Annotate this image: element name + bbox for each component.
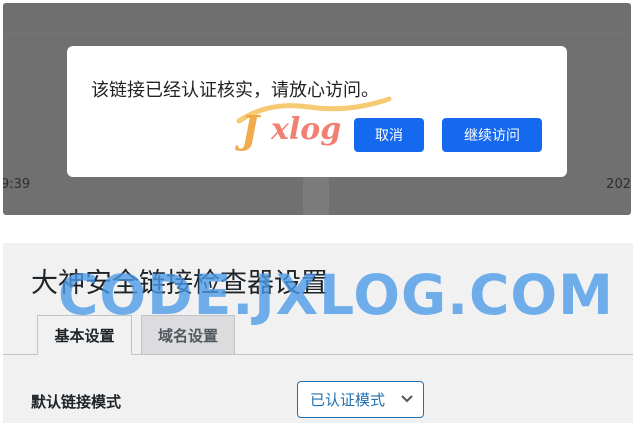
confirm-dialog: 该链接已经认证核实，请放心访问。 取消 继续访问 — [67, 46, 567, 177]
tab-domain-settings[interactable]: 域名设置 — [141, 315, 235, 354]
modal-overlay: 9:39 202 该链接已经认证核实，请放心访问。 取消 继续访问 J xlog — [3, 3, 631, 215]
background-header — [3, 3, 631, 33]
background-time-right: 202 — [606, 177, 631, 192]
page-title: 大神安全链接检查器设置 — [31, 268, 328, 299]
continue-visit-button[interactable]: 继续访问 — [442, 118, 542, 152]
tab-basic-settings[interactable]: 基本设置 — [37, 315, 132, 355]
cancel-button[interactable]: 取消 — [354, 118, 424, 152]
default-mode-value: 已认证模式 — [310, 391, 386, 409]
background-time-left: 9:39 — [3, 177, 31, 192]
dialog-message: 该链接已经认证核实，请放心访问。 — [91, 80, 379, 101]
settings-page: 大神安全链接检查器设置 基本设置 域名设置 默认链接模式 已认证模式 CODE.… — [3, 243, 633, 423]
chevron-down-icon — [401, 395, 413, 403]
background-column — [303, 173, 329, 215]
default-mode-label: 默认链接模式 — [31, 393, 122, 411]
background-divider — [3, 33, 631, 34]
default-mode-select[interactable]: 已认证模式 — [297, 381, 424, 418]
